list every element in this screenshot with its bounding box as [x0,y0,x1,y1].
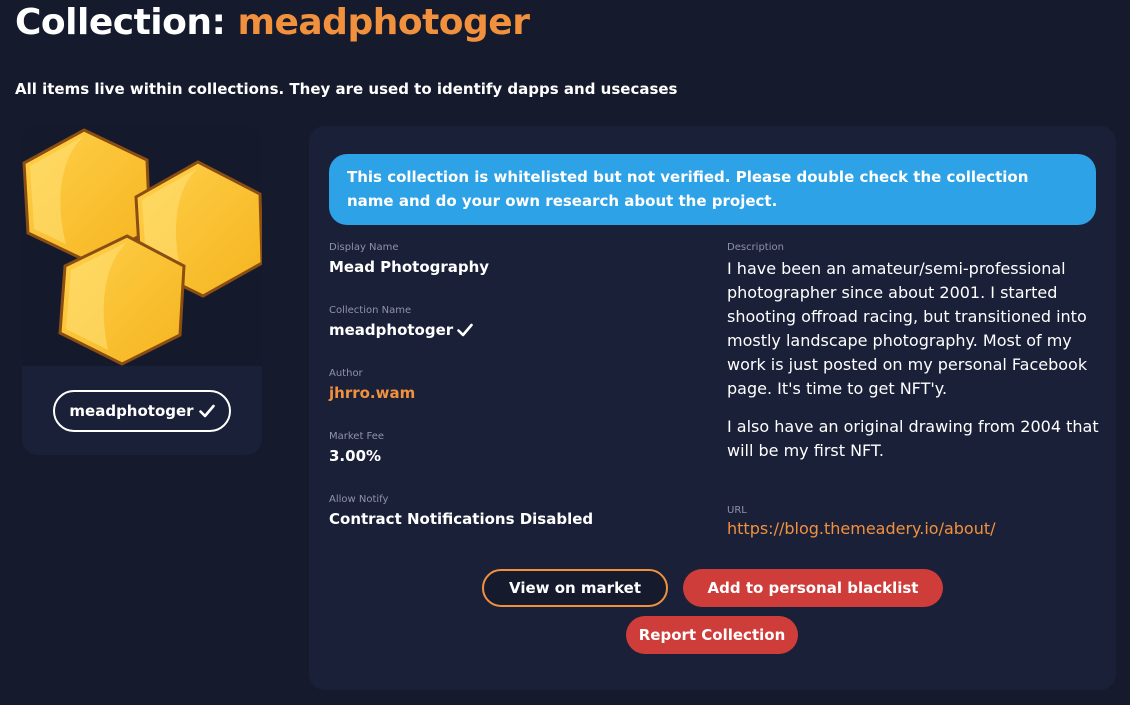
description-text: I have been an amateur/semi-professional… [727,257,1102,477]
collection-details-card: This collection is whitelisted but not v… [309,126,1116,690]
author-link[interactable]: jhrro.wam [329,384,415,402]
page-title: Collection: meadphotoger [15,2,530,43]
collection-page: Collection: meadphotoger All items live … [0,0,1130,705]
page-subtitle: All items live within collections. They … [15,80,678,98]
allow-notify-label: Allow Notify [329,494,389,505]
collection-image [22,126,262,366]
collection-name-pill[interactable]: meadphotoger [53,390,231,432]
display-name-value: Mead Photography [329,258,490,276]
project-url-link[interactable]: https://blog.themeadery.io/about/ [727,519,996,538]
report-collection-button[interactable]: Report Collection [626,616,798,654]
honeycomb-logo [22,128,262,366]
collection-name-value: meadphotoger [329,321,473,339]
collection-name-label: Collection Name [329,305,412,316]
collection-pill-label: meadphotoger [69,402,194,420]
market-fee-value: 3.00% [329,447,382,465]
add-to-blacklist-button[interactable]: Add to personal blacklist [683,569,943,607]
collection-image-card: meadphotoger [22,126,262,455]
title-prefix: Collection: [15,2,226,43]
collection-name-text: meadphotoger [329,321,454,339]
view-on-market-button[interactable]: View on market [482,569,668,607]
author-label: Author [329,368,363,379]
verified-checkmark-icon [457,323,473,337]
description-label: Description [727,242,784,253]
checkmark-icon [198,404,215,418]
allow-notify-value: Contract Notifications Disabled [329,510,594,528]
whitelist-notice: This collection is whitelisted but not v… [329,154,1096,225]
display-name-label: Display Name [329,242,399,253]
description-paragraph: I have been an amateur/semi-professional… [727,259,1088,398]
description-paragraph: I also have an original drawing from 200… [727,417,1099,460]
url-label: URL [727,505,747,516]
market-fee-label: Market Fee [329,431,385,442]
title-collection-name: meadphotoger [237,2,530,43]
